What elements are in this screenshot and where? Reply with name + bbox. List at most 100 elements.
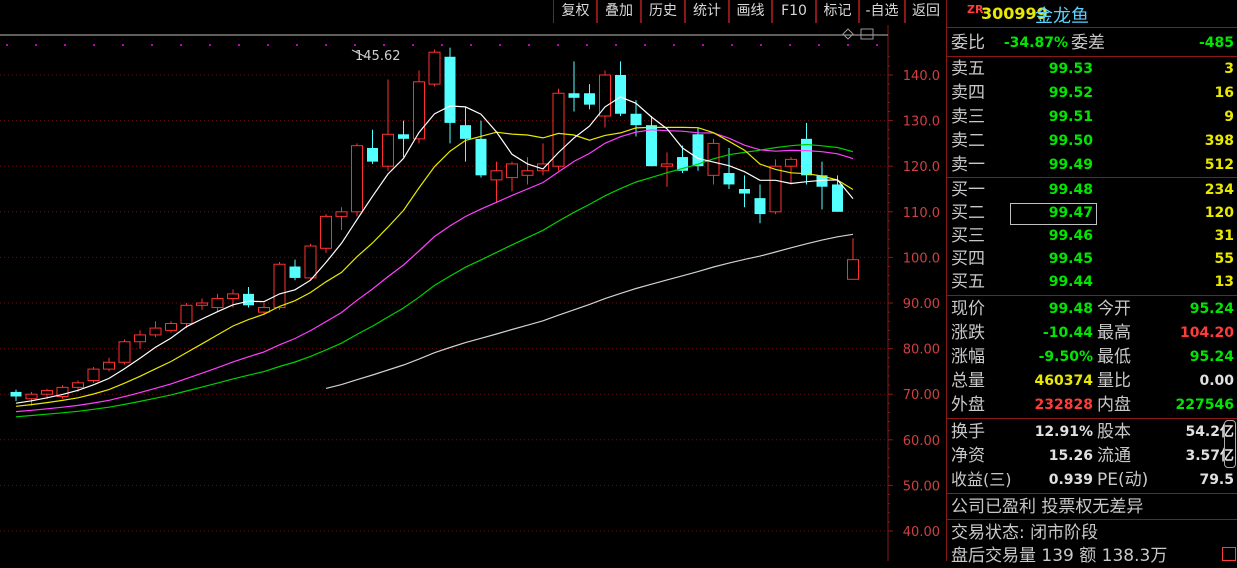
diamond-icon[interactable] [842,28,854,40]
grid-dot [673,44,675,46]
quote-value: 12.91% [1034,424,1093,440]
ask-price: 99.53 [1048,61,1093,77]
trade-status-row: 交易状态: 闭市阶段 [947,521,1237,545]
kline-chart[interactable]: 140.0 130.0 120.0 110.0 100.0 90.00 80.00 70.00… [0,25,946,561]
candle-body [398,134,409,139]
bid-label: 买一 [951,180,985,200]
bid-price: 99.45 [1048,251,1093,267]
huaxian-button[interactable]: 画线 [728,0,773,23]
quote-label2: 最低 [1097,347,1131,367]
ask-volume: 3 [1224,61,1234,77]
ask-volume: 16 [1214,85,1234,101]
quote-row: 涨幅 -9.50% 最低 95.24 [947,345,1237,369]
candle-body [351,145,363,213]
candle-body [847,259,859,280]
ask-row: 卖四 99.52 16 [947,81,1237,105]
candle-body [304,245,317,279]
candle-body [103,361,115,370]
grid-dot [354,44,356,46]
candle-body [258,307,270,313]
bid-row: 买四 99.45 55 [947,247,1237,271]
company-info-row: 公司已盈利 投票权无差异 [947,495,1237,519]
candle-body [165,323,177,331]
diejia-button[interactable]: 叠加 [596,0,642,23]
ask-label: 卖三 [951,107,985,127]
ask-label: 卖二 [951,131,985,151]
candle-body [273,263,286,309]
quote-label2: 量比 [1097,371,1131,391]
quote-value2: 95.24 [1189,301,1234,317]
ratio-value: -34.87% [1003,35,1068,51]
grid-dot [238,44,240,46]
quote-value: 232828 [1034,397,1093,413]
after-hours-row: 盘后交易量 139 额 138.3万 [947,544,1237,568]
candle-body [785,158,797,167]
quote-row: 净资 15.26 流通 3.57亿 [947,444,1237,468]
grid-dot [760,44,762,46]
ask-volume: 398 [1204,133,1234,149]
grid-dot [586,44,588,46]
toolbar: 复权 叠加 历史 统计 画线 F10 标记 -自选 返回 [0,0,948,25]
ask-row: 卖三 99.51 9 [947,105,1237,129]
ma20-line [15,129,854,413]
bid-row: 买三 99.46 31 [947,224,1237,248]
ask-price: 99.52 [1048,85,1093,101]
candle-body [25,393,38,400]
fuquan-button[interactable]: 复权 [553,0,598,23]
quote-value2: 227546 [1175,397,1234,413]
grid-dot [412,44,414,46]
candle-body [149,327,162,336]
quote-label2: 内盘 [1097,395,1131,415]
grid-dot [499,44,501,46]
quote-value: -9.50% [1038,349,1093,365]
candle-body [723,173,735,185]
candle-body [413,81,425,140]
diff-label: 委差 [1071,33,1105,53]
biaoji-button[interactable]: 标记 [815,0,860,23]
candle-body [444,56,456,123]
bid-row: 买一 99.48 234 [947,178,1237,202]
quote-row: 收益(三) 0.939 PE(动) 79.5 [947,468,1237,492]
quote-label: 总量 [951,371,985,391]
bid-volume: 234 [1204,182,1234,198]
bid-label: 买四 [951,249,985,269]
grid-dot [35,44,37,46]
quote-value2: 0.00 [1199,373,1234,389]
quote-label: 现价 [951,299,985,319]
candle-body [460,125,471,139]
bid-label: 买三 [951,226,985,246]
scroll-indicator-icon[interactable] [1222,547,1236,561]
candle-body [118,341,131,363]
grid-dot [325,44,327,46]
quote-label2: PE(动) [1097,470,1149,490]
f10-button[interactable]: F10 [771,0,817,23]
quote-value2: 95.24 [1189,349,1234,365]
grid-dot [93,44,95,46]
grid-dot [64,44,66,46]
fanhui-button[interactable]: 返回 [904,0,948,23]
ask-label: 卖四 [951,83,985,103]
y-tick-label: 40.00 [903,525,940,540]
tongji-button[interactable]: 统计 [684,0,730,23]
candle-body [211,297,224,309]
ask-volume: 9 [1224,109,1234,125]
scrollbar-thumb[interactable] [1224,420,1236,468]
ratio-label: 委比 [951,33,985,53]
window-icon[interactable] [860,28,874,40]
candle-body [739,189,750,194]
bid-highlight-box[interactable] [1010,203,1097,225]
ask-price: 99.51 [1048,109,1093,125]
stock-name: 金龙鱼 [1035,6,1089,27]
candle-body [552,92,565,167]
bid-label: 买五 [951,272,985,292]
quote-row: 涨跌 -10.44 最高 104.20 [947,321,1237,345]
grid-dot [470,44,472,46]
separator [947,519,1237,520]
quote-label2: 今开 [1097,299,1131,319]
ask-row: 卖二 99.50 398 [947,129,1237,153]
grid-dot [528,44,530,46]
grid-dot [151,44,153,46]
candle-body [180,304,193,325]
zixuan-button[interactable]: -自选 [858,0,906,23]
lishi-button[interactable]: 历史 [640,0,686,23]
